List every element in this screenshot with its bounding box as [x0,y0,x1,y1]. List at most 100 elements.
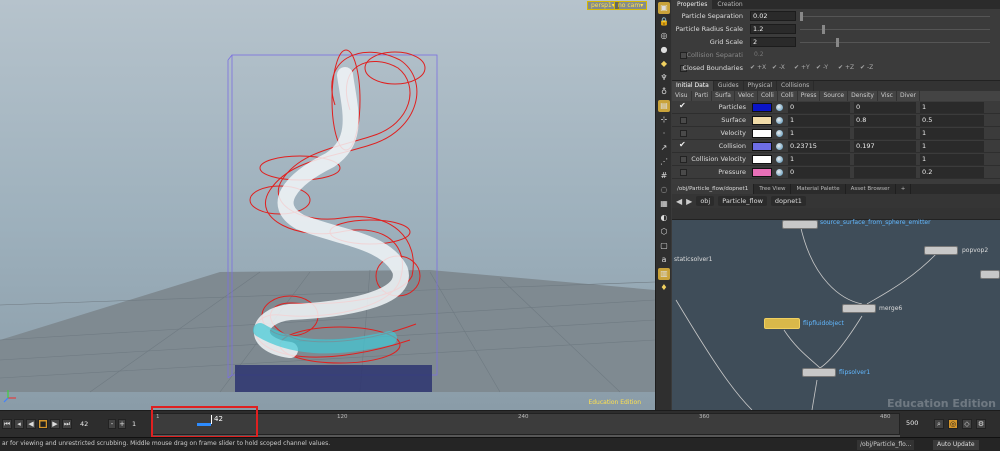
reference-icon[interactable]: ▥ [658,268,670,280]
end-frame-field[interactable]: 500 [906,419,918,427]
color-picker-icon[interactable] [776,104,783,111]
col-tab[interactable]: Density [848,91,878,101]
offscreen-node[interactable] [980,270,1000,279]
col-tab[interactable]: Visc [878,91,897,101]
value-field[interactable]: 1 [788,128,850,139]
crumb-obj[interactable]: obj [696,196,715,206]
value-field[interactable]: 0 [854,102,916,113]
settings-icon[interactable]: ⚙ [976,419,986,429]
check-icon[interactable]: ✔ [679,101,686,110]
value-field[interactable]: 0 [788,167,850,178]
axis-toggle-nx[interactable]: ✔ -X [772,62,785,74]
flipsolver-node[interactable] [802,368,836,377]
bounds-icon[interactable]: ▢ [658,240,670,252]
realtime-toggle-icon[interactable]: ◎ [948,419,958,429]
axis-toggle-ny[interactable]: ✔ -Y [816,62,828,74]
camera-icon[interactable]: ◎ [658,30,670,42]
scene-viewport[interactable]: persp1▾ no cam▾ Education Edition [0,0,655,410]
normal-icon[interactable]: ↗ [658,142,670,154]
current-frame-field[interactable]: 42 [80,419,102,429]
grid-scale-slider[interactable] [800,38,990,47]
auto-update-menu[interactable]: Auto Update [933,440,979,450]
shading-icon[interactable]: ◐ [658,212,670,224]
status-path-field[interactable]: /obj/Particle_flo... [857,440,915,450]
tab-initial-data[interactable]: Initial Data [672,81,714,91]
wire-icon[interactable]: ⬡ [658,226,670,238]
grid-icon[interactable]: ▦ [658,198,670,210]
particle-radius-scale-field[interactable]: 1.2 [750,24,796,34]
start-frame-field[interactable]: 1 [132,419,136,429]
cam-menu[interactable]: no cam▾ [614,1,648,10]
visualization-row[interactable]: Velocity 1 1 [672,127,1000,140]
col-tab[interactable]: Surfa [712,91,735,101]
visualization-row[interactable]: ✔ Collision 0.23715 0.197 1 [672,140,1000,153]
value-field[interactable]: 1 [788,115,850,126]
axis-toggle-py[interactable]: ✔ +Y [794,62,810,74]
value-field[interactable] [854,167,916,178]
tab-properties[interactable]: Properties [672,0,713,9]
color-picker-icon[interactable] [776,156,783,163]
value-field[interactable]: 1 [920,154,984,165]
number-icon[interactable]: # [658,170,670,182]
axis-toggle-pz[interactable]: ✔ +Z [838,62,854,74]
particle-radius-slider[interactable] [800,25,990,34]
col-tab[interactable]: Source [820,91,849,101]
particle-separation-field[interactable]: 0.02 [750,11,796,21]
tab-network-path[interactable]: /obj/Particle_flow/dopnet1 [672,184,755,194]
check-icon[interactable]: ✔ [679,140,686,149]
lock-icon[interactable]: 🔒 [658,16,670,28]
jump-start-button[interactable]: ⏮ [2,419,12,429]
col-tab[interactable]: Veloc [735,91,758,101]
frame-slider[interactable]: 1 120 240 360 480 42 [152,413,900,435]
point-icon[interactable]: · [658,128,670,140]
jump-end-button[interactable]: ⏭ [62,419,72,429]
stop-button[interactable]: ■ [38,419,48,429]
tab-tree-view[interactable]: Tree View [754,184,792,194]
color-picker-icon[interactable] [776,130,783,137]
bulb-icon[interactable]: ♁ [658,86,670,98]
value-field[interactable]: 1 [788,154,850,165]
snap-icon[interactable]: ⊹ [658,114,670,126]
color-swatch[interactable] [752,116,772,125]
tab-asset-browser[interactable]: Asset Browser [846,184,896,194]
value-field[interactable]: 0.5 [920,115,984,126]
axis-toggle-nz[interactable]: ✔ -Z [860,62,873,74]
crumb-particle-flow[interactable]: Particle_flow [718,196,767,206]
ghost-icon[interactable]: ◌ [658,184,670,196]
popvop-node[interactable] [924,246,958,255]
step-back-button[interactable]: ◂ [14,419,24,429]
col-tab[interactable]: Colli [758,91,778,101]
value-field[interactable]: 0 [788,102,850,113]
particle-separation-slider[interactable] [800,12,990,21]
abc-icon[interactable]: a [658,254,670,266]
visualization-row[interactable]: Pressure 0 0.2 [672,166,1000,179]
vertex-icon[interactable]: ⋰ [658,156,670,168]
col-tab[interactable]: Colli [778,91,798,101]
light-icon[interactable]: ◆ [658,58,670,70]
back-icon[interactable]: ◀ [676,197,682,206]
value-field[interactable]: 0.8 [854,115,916,126]
play-reverse-button[interactable]: ◀ [26,419,36,429]
tab-creation[interactable]: Creation [712,0,747,9]
value-field[interactable]: 0.2 [920,167,984,178]
marker-icon[interactable]: ♦ [658,282,670,294]
color-swatch[interactable] [752,129,772,138]
row-checkbox[interactable] [680,156,687,163]
row-checkbox[interactable] [680,130,687,137]
color-picker-icon[interactable] [776,169,783,176]
value-field[interactable]: 0.197 [854,141,916,152]
merge-node[interactable] [842,304,876,313]
value-field[interactable]: 1 [920,128,984,139]
col-tab[interactable]: Press [798,91,821,101]
visualization-row[interactable]: Collision Velocity 1 1 [672,153,1000,166]
pin-icon[interactable]: ♆ [658,72,670,84]
value-field[interactable]: 1 [920,102,984,113]
keys-icon[interactable]: ◇ [962,419,972,429]
select-icon[interactable]: ▣ [658,2,670,14]
add-tab-icon[interactable]: + [896,184,912,194]
crumb-dopnet[interactable]: dopnet1 [770,196,806,206]
play-button[interactable]: ▶ [50,419,60,429]
source-node[interactable] [782,220,818,229]
color-swatch[interactable] [752,168,772,177]
col-tab[interactable]: Diver [897,91,920,101]
